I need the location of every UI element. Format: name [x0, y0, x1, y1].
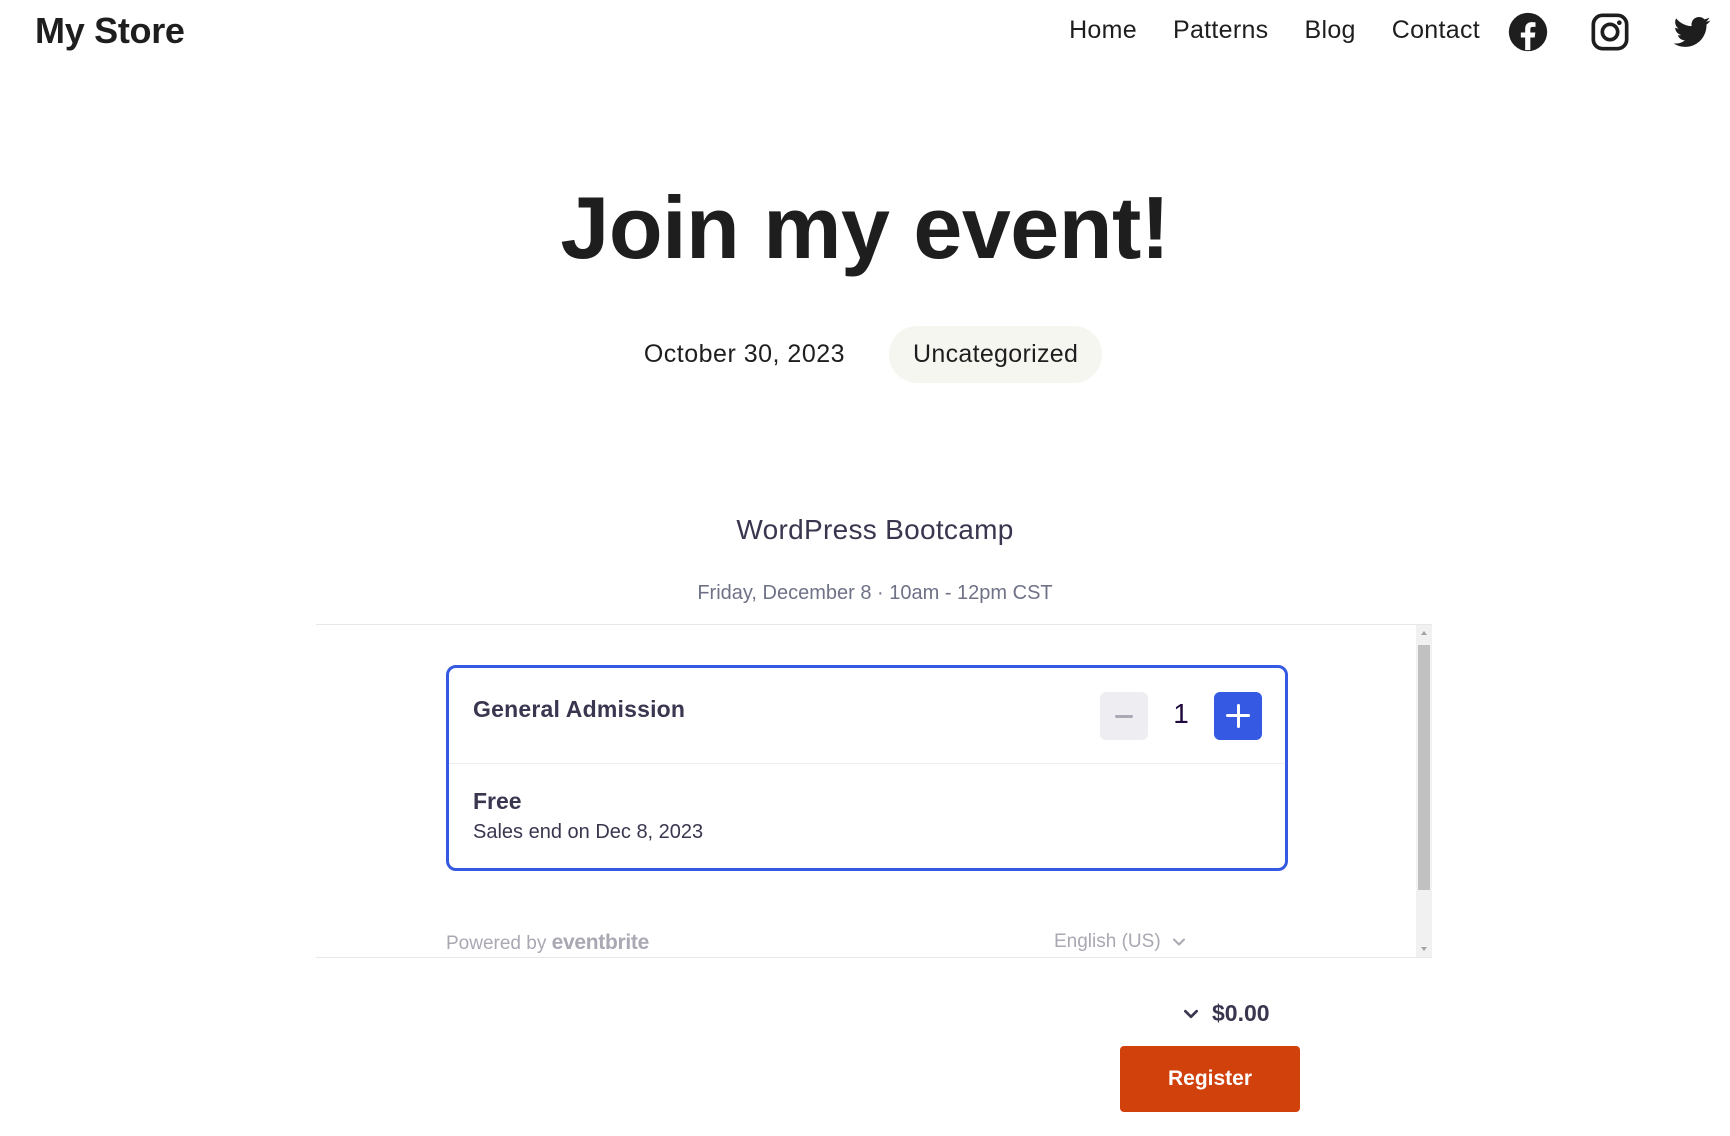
chevron-down-icon [1182, 1005, 1200, 1023]
nav-home[interactable]: Home [1069, 16, 1137, 45]
scroll-thumb[interactable] [1418, 645, 1430, 890]
scroll-down-icon[interactable] [1421, 947, 1427, 951]
event-datetime: Friday, December 8 · 10am - 12pm CST [697, 582, 1053, 604]
ticket-name: General Admission [473, 696, 686, 722]
event-name: WordPress Bootcamp [736, 514, 1014, 545]
quantity-decrease-button[interactable] [1100, 692, 1148, 740]
twitter-icon[interactable] [1672, 12, 1712, 52]
instagram-icon[interactable] [1590, 12, 1630, 52]
chevron-down-icon [1171, 934, 1187, 950]
ticket-widget-frame: General Admission 1 Free Sales end on De… [316, 624, 1432, 958]
facebook-icon[interactable] [1508, 12, 1548, 52]
eventbrite-logo[interactable]: eventbrite [552, 931, 650, 954]
ticket-card: General Admission 1 Free Sales end on De… [446, 665, 1288, 871]
ticket-price: Free [473, 788, 522, 814]
quantity-increase-button[interactable] [1214, 692, 1262, 740]
widget-scrollbar[interactable] [1416, 625, 1432, 957]
post-title: Join my event! [560, 178, 1170, 277]
nav-blog[interactable]: Blog [1304, 16, 1355, 45]
post-category-tag[interactable]: Uncategorized [889, 326, 1103, 383]
site-header: My Store Home Patterns Blog Contact [0, 0, 1730, 66]
quantity-value: 1 [1173, 698, 1189, 729]
post-date: October 30, 2023 [643, 340, 846, 368]
nav-patterns[interactable]: Patterns [1173, 16, 1269, 45]
scroll-up-icon[interactable] [1421, 631, 1427, 635]
social-links [1508, 12, 1712, 52]
powered-by-eventbrite: Powered by eventbrite [446, 931, 649, 955]
order-total-toggle[interactable]: $0.00 [1182, 1000, 1270, 1027]
nav-contact[interactable]: Contact [1392, 16, 1480, 45]
language-label: English (US) [1054, 931, 1161, 952]
register-button[interactable]: Register [1120, 1046, 1300, 1112]
powered-by-label: Powered by [446, 933, 547, 954]
ticket-header: General Admission 1 [449, 668, 1285, 764]
post-meta: October 30, 2023 Uncategorized [0, 326, 1730, 383]
site-title[interactable]: My Store [35, 10, 185, 52]
main-navigation: Home Patterns Blog Contact [1069, 16, 1480, 45]
language-select[interactable]: English (US) [1054, 931, 1187, 953]
order-total-amount: $0.00 [1212, 1000, 1270, 1026]
ticket-sales-end: Sales end on Dec 8, 2023 [473, 821, 704, 843]
